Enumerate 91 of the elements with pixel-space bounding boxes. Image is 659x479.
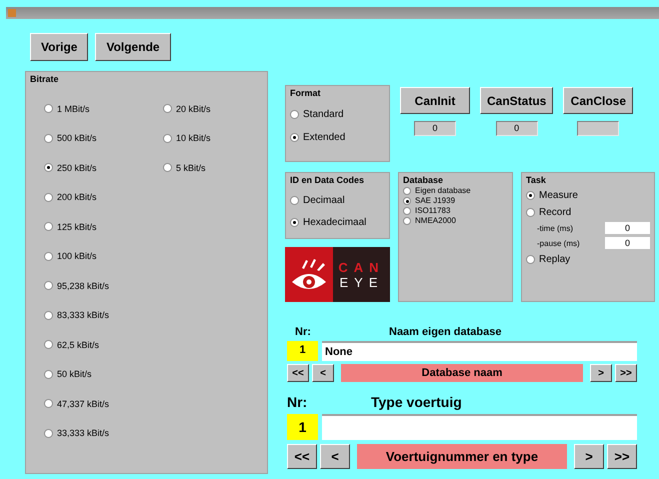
radio-button[interactable] bbox=[403, 206, 411, 214]
radio-button[interactable] bbox=[44, 192, 53, 202]
radio-button[interactable] bbox=[163, 134, 172, 143]
nav-button[interactable]: > bbox=[574, 444, 604, 469]
radio-button[interactable] bbox=[163, 104, 172, 114]
radio-label: NMEA2000 bbox=[415, 216, 456, 225]
radio-label: 200 kBit/s bbox=[57, 192, 97, 202]
input-field[interactable]: None bbox=[322, 341, 637, 361]
radio-label: 100 kBit/s bbox=[57, 251, 97, 262]
radio-button[interactable] bbox=[290, 196, 299, 204]
status-field: 0 bbox=[414, 121, 456, 136]
radio-button[interactable] bbox=[44, 163, 53, 172]
radio-label: Replay bbox=[539, 254, 570, 264]
can-button[interactable]: CanClose bbox=[563, 87, 634, 114]
section-heading: Type voertuig bbox=[371, 394, 462, 410]
nav-button[interactable]: << bbox=[287, 444, 317, 469]
radio-button[interactable] bbox=[403, 196, 411, 204]
record-number: 1 bbox=[287, 414, 318, 440]
radio-label: 50 kBit/s bbox=[57, 369, 92, 380]
radio-label: SAE J1939 bbox=[415, 196, 456, 205]
panel-title: ID en Data Codes bbox=[290, 175, 366, 185]
radio-label: 33,333 kBit/s bbox=[57, 428, 110, 438]
can-button[interactable]: CanStatus bbox=[480, 87, 554, 114]
radio-label: Hexadecimaal bbox=[303, 216, 366, 228]
radio-label: 83,333 kBit/s bbox=[57, 310, 110, 320]
radio-label: 47,337 kBit/s bbox=[57, 398, 110, 409]
nav-button[interactable]: << bbox=[287, 364, 309, 382]
radio-button[interactable] bbox=[44, 104, 53, 114]
radio-button[interactable] bbox=[44, 134, 53, 143]
radio-button[interactable] bbox=[163, 163, 172, 172]
radio-button[interactable] bbox=[290, 132, 299, 142]
app-icon bbox=[8, 9, 16, 17]
radio-label: 62,5 kBit/s bbox=[57, 340, 100, 350]
radio-label: Decimaal bbox=[303, 194, 345, 206]
radio-label: 20 kBit/s bbox=[176, 104, 211, 114]
field-label: -pause (ms) bbox=[537, 238, 580, 248]
radio-label: 500 kBit/s bbox=[57, 133, 97, 144]
panel-title: Database bbox=[403, 175, 444, 185]
input-field[interactable]: 0 bbox=[605, 237, 650, 249]
nav-button[interactable]: Volgende bbox=[95, 33, 171, 61]
record-caption: Voertuignummer en type bbox=[357, 444, 567, 469]
radio-button[interactable] bbox=[526, 208, 535, 216]
radio-label: Extended bbox=[303, 132, 346, 142]
radio-label: 125 kBit/s bbox=[57, 222, 97, 232]
nav-button[interactable]: < bbox=[320, 444, 350, 469]
radio-label: 10 kBit/s bbox=[176, 133, 211, 144]
radio-button[interactable] bbox=[44, 370, 53, 379]
record-number: 1 bbox=[287, 341, 318, 361]
nav-button[interactable]: >> bbox=[607, 444, 637, 469]
nav-button[interactable]: < bbox=[312, 364, 334, 382]
eye-icon bbox=[290, 258, 328, 292]
logo-text: EYE bbox=[339, 274, 384, 290]
radio-label: ISO11783 bbox=[415, 206, 450, 215]
radio-label: 95,238 kBit/s bbox=[57, 280, 110, 291]
section-heading: Naam eigen database bbox=[389, 326, 502, 338]
radio-label: 5 kBit/s bbox=[176, 162, 206, 173]
radio-label: 250 kBit/s bbox=[57, 162, 97, 173]
radio-button[interactable] bbox=[44, 399, 53, 408]
radio-label: Record bbox=[539, 206, 572, 218]
radio-label: Measure bbox=[539, 190, 578, 200]
radio-button[interactable] bbox=[44, 222, 53, 232]
radio-button[interactable] bbox=[290, 110, 299, 118]
radio-label: Eigen database bbox=[415, 186, 471, 195]
record-caption: Database naam bbox=[341, 364, 583, 382]
nav-button[interactable]: Vorige bbox=[30, 33, 88, 61]
radio-label: Standard bbox=[303, 108, 344, 120]
nav-button[interactable]: > bbox=[590, 364, 612, 382]
radio-label: 1 MBit/s bbox=[57, 104, 90, 114]
radio-button[interactable] bbox=[44, 310, 53, 320]
input-field[interactable]: 0 bbox=[605, 222, 650, 234]
nr-label: Nr: bbox=[294, 326, 312, 338]
can-button[interactable]: CanInit bbox=[400, 87, 470, 114]
radio-button[interactable] bbox=[526, 190, 535, 200]
nr-label: Nr: bbox=[287, 394, 308, 410]
field-label: -time (ms) bbox=[537, 224, 573, 232]
radio-button[interactable] bbox=[44, 252, 53, 261]
radio-button[interactable] bbox=[290, 218, 299, 226]
status-field: 0 bbox=[496, 121, 538, 136]
radio-button[interactable] bbox=[526, 254, 535, 264]
nav-button[interactable]: >> bbox=[615, 364, 637, 382]
status-field bbox=[577, 121, 620, 136]
radio-button[interactable] bbox=[44, 340, 53, 350]
radio-button[interactable] bbox=[403, 216, 411, 224]
input-field[interactable] bbox=[322, 414, 637, 440]
radio-button[interactable] bbox=[44, 281, 53, 290]
panel-title: Bitrate bbox=[30, 74, 60, 84]
radio-button[interactable] bbox=[403, 186, 411, 194]
radio-button[interactable] bbox=[44, 428, 53, 438]
logo-text: CAN bbox=[338, 260, 385, 274]
panel-title: Task bbox=[526, 175, 547, 185]
panel-title: Format bbox=[290, 88, 322, 98]
